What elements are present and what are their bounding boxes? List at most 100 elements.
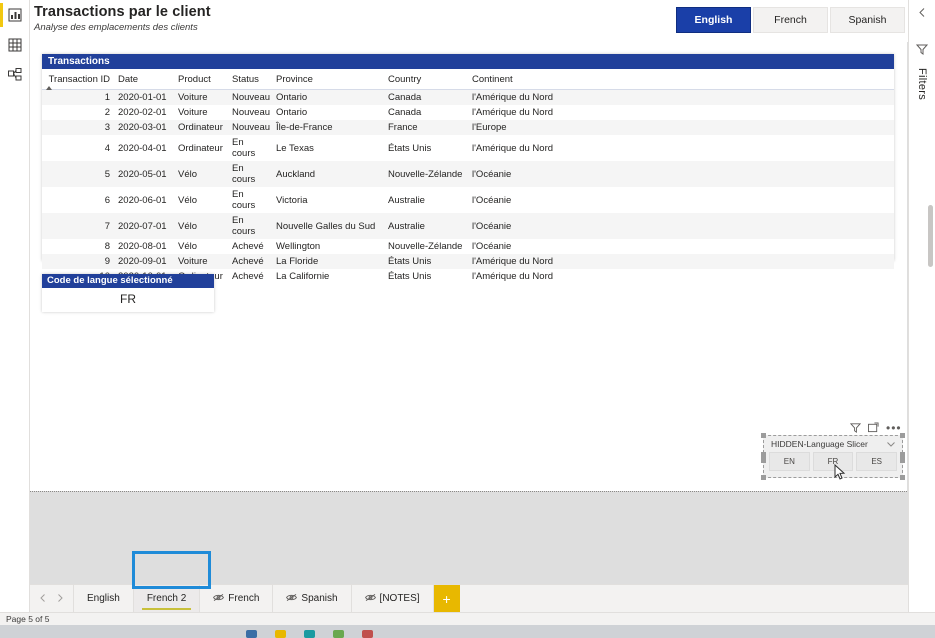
taskbar-item-1[interactable] [246, 630, 257, 638]
table-row[interactable]: 3 2020-03-01 Ordinateur Nouveau Île-de-Franc… [42, 120, 894, 135]
table-cell: En cours [232, 215, 256, 237]
table-cell: 2020-05-01 [118, 168, 167, 180]
table-cell-spacer [578, 120, 894, 135]
transactions-table[interactable]: Transaction ID Date Product Status Provi… [42, 69, 894, 284]
resize-handle-left[interactable] [761, 452, 766, 463]
table-cell: 2020-04-01 [118, 142, 167, 154]
resize-handle-bottom-right[interactable] [900, 475, 905, 480]
table-visual-title: Transactions [42, 54, 894, 69]
column-header-product[interactable]: Product [174, 69, 228, 90]
table-cell: Voiture [178, 107, 208, 118]
model-view-button[interactable] [0, 60, 30, 90]
hidden-page-icon [213, 593, 225, 605]
data-table-icon [8, 38, 22, 52]
table-cell: l'Amérique du Nord [472, 256, 554, 267]
table-cell: 2020-08-01 [118, 241, 167, 252]
language-button-english[interactable]: English [676, 7, 751, 33]
taskbar-item-5[interactable] [362, 630, 373, 638]
chevron-left-icon [918, 4, 927, 22]
language-slicer-container[interactable]: ••• HIDDEN-Language Slicer EN FR ES [761, 422, 905, 480]
taskbar-item-4[interactable] [333, 630, 344, 638]
expand-filters-pane-button[interactable] [909, 0, 935, 26]
slicer-option-en[interactable]: EN [769, 452, 810, 471]
power-bi-window: Transactions par le client Analyse des e… [0, 0, 935, 638]
mouse-cursor-icon [834, 463, 846, 486]
resize-handle-bottom-left[interactable] [761, 475, 766, 480]
canvas-vertical-scrollbar[interactable] [928, 205, 933, 267]
resize-handle-top-right[interactable] [900, 433, 905, 438]
column-header-province[interactable]: Province [272, 69, 384, 90]
table-cell: Voiture [178, 92, 208, 103]
hidden-page-icon [286, 593, 298, 605]
focus-mode-icon[interactable] [868, 422, 879, 433]
page-tab-label: [NOTES] [379, 593, 420, 604]
table-cell: Achevé [232, 256, 264, 267]
table-row[interactable]: 9 2020-09-01 Voiture Achevé La Floride États … [42, 254, 894, 269]
filter-funnel-icon [915, 42, 929, 60]
add-page-button[interactable]: + [433, 585, 460, 612]
taskbar-item-2[interactable] [275, 630, 286, 638]
os-taskbar [0, 625, 935, 638]
more-options-icon[interactable]: ••• [886, 422, 902, 434]
page-tabs: English French 2 French Spanish [NOTES] [74, 585, 434, 612]
column-header-continent[interactable]: Continent [468, 69, 578, 90]
table-cell: La Californie [276, 271, 330, 282]
page-tab-french-2[interactable]: French 2 [133, 585, 201, 612]
table-row[interactable]: 1 2020-01-01 Voiture Nouveau Ontario Canada l'… [42, 89, 894, 106]
slicer-option-fr[interactable]: FR [812, 452, 854, 471]
table-row[interactable]: 6 2020-06-01 Vélo En cours Victoria Australie… [42, 187, 894, 213]
report-canvas[interactable]: Transactions Transaction ID Date Product… [30, 42, 908, 584]
page-tab-french[interactable]: French [200, 585, 274, 612]
chevron-down-icon[interactable] [887, 439, 895, 449]
page-tab-notes[interactable]: [NOTES] [351, 585, 434, 612]
model-relationships-icon [8, 68, 22, 82]
language-button-spanish[interactable]: Spanish [830, 7, 905, 33]
report-page[interactable]: Transactions Transaction ID Date Product… [30, 42, 907, 491]
table-body: 1 2020-01-01 Voiture Nouveau Ontario Canada l'… [42, 89, 894, 284]
column-header-date[interactable]: Date [114, 69, 174, 90]
transactions-table-visual[interactable]: Transactions Transaction ID Date Product… [42, 54, 894, 284]
data-view-button[interactable] [0, 30, 30, 60]
table-row[interactable]: 4 2020-04-01 Ordinateur En cours Le Texas Éta… [42, 135, 894, 161]
page-tab-english[interactable]: English [74, 585, 134, 612]
table-row[interactable]: 7 2020-07-01 Vélo En cours Nouvelle Galles d… [42, 213, 894, 239]
table-cell: 2020-07-01 [118, 220, 167, 232]
filters-pane-toggle[interactable]: Filters [909, 42, 935, 100]
page-tab-label: French [228, 593, 260, 604]
page-title: Transactions par le client [34, 4, 211, 20]
slicer-option-es[interactable]: ES [856, 452, 898, 471]
table-cell: l'Amérique du Nord [472, 142, 554, 154]
resize-handle-top-left[interactable] [761, 433, 766, 438]
previous-page-icon[interactable] [40, 593, 46, 604]
table-cell: 2020-09-01 [118, 256, 167, 267]
card-visual-value: FR [120, 292, 136, 306]
language-button-french[interactable]: French [753, 7, 828, 33]
language-slicer-visual[interactable]: HIDDEN-Language Slicer EN FR ES [761, 433, 905, 480]
column-header-transaction-id[interactable]: Transaction ID [42, 69, 114, 90]
table-row[interactable]: 5 2020-05-01 Vélo En cours Auckland Nouvelle-… [42, 161, 894, 187]
table-cell: l'Océanie [472, 241, 512, 252]
page-tab-spanish[interactable]: Spanish [273, 585, 352, 612]
selected-language-card-visual[interactable]: Code de langue sélectionné FR [42, 274, 214, 312]
column-header-spacer [578, 69, 894, 90]
column-header-country[interactable]: Country [384, 69, 468, 90]
table-cell: Canada [388, 107, 422, 118]
table-cell: Vélo [178, 241, 198, 252]
table-cell: En cours [232, 137, 256, 159]
table-cell: l'Océanie [472, 194, 512, 206]
report-view-button[interactable] [0, 0, 30, 30]
taskbar-item-3[interactable] [304, 630, 315, 638]
table-cell-spacer [578, 90, 894, 106]
next-page-icon[interactable] [57, 593, 63, 604]
column-header-status[interactable]: Status [228, 69, 272, 90]
page-nav-arrows [30, 585, 74, 612]
table-row[interactable]: 2 2020-02-01 Voiture Nouveau Ontario Canada l'… [42, 105, 894, 120]
table-cell: Australie [388, 194, 425, 206]
slicer-header: HIDDEN-Language Slicer [769, 439, 897, 452]
resize-handle-right[interactable] [900, 452, 905, 463]
hidden-page-icon [364, 593, 376, 605]
table-cell: Nouveau [232, 107, 271, 118]
table-cell: Voiture [178, 256, 208, 267]
table-row[interactable]: 8 2020-08-01 Vélo Achevé Wellington Nouvelle-… [42, 239, 894, 254]
filter-icon[interactable] [850, 422, 861, 433]
